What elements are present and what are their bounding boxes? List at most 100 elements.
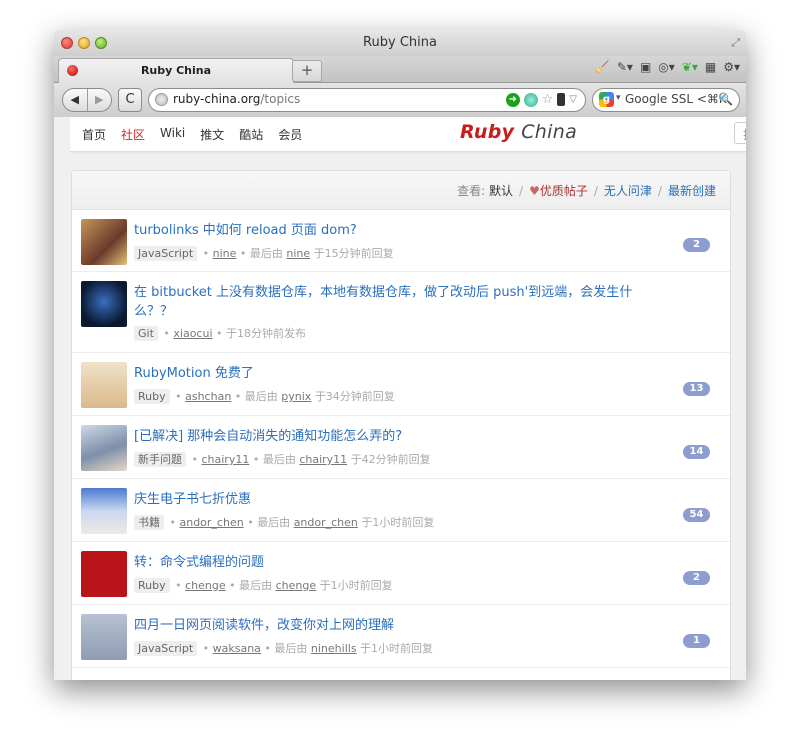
site-logo[interactable]: Ruby China — [460, 121, 577, 143]
reply-count-badge[interactable]: 2 — [683, 238, 710, 252]
phone-icon[interactable] — [557, 93, 566, 106]
last-reply-prefix: 最后由 — [274, 642, 308, 655]
topic-row[interactable]: [已解决] 那种会自动消失的通知功能怎么弄的? 新手问题 • chairy11 … — [72, 416, 730, 479]
earth-icon[interactable] — [523, 92, 538, 107]
topic-title[interactable]: RubyMotion 免费了 — [134, 364, 634, 383]
topic-time: 于42分钟前回复 — [350, 453, 431, 466]
topic-node[interactable]: Ruby — [134, 578, 170, 593]
last-reply-user[interactable]: nine — [286, 247, 310, 260]
filter-excellent[interactable]: 优质帖子 — [540, 184, 588, 198]
address-bar[interactable]: ruby-china.org/topics ➜ ☆ ▽ — [148, 88, 586, 112]
last-reply-user[interactable]: ninehills — [311, 642, 357, 655]
reply-count-badge[interactable]: 14 — [683, 445, 710, 459]
url-text[interactable]: ruby-china.org/topics — [173, 92, 300, 106]
reply-count-badge[interactable]: 54 — [683, 508, 710, 522]
topic-node[interactable]: 新手问题 — [134, 452, 186, 467]
topic-node[interactable]: Git — [134, 326, 158, 341]
extension-toolbar: 🧹 ✎▾ ▣ ◎▾ ❦▾ ▦ ⚙▾ — [595, 60, 740, 74]
topic-row[interactable]: 在 bitbucket 上没有数据仓库，本地有数据仓库，做了改动后 push'到… — [72, 272, 730, 353]
reply-count-badge[interactable]: 2 — [683, 571, 710, 585]
site-menu: 首页 社区 Wiki 推文 酷站 会员 — [82, 126, 302, 143]
avatar[interactable] — [81, 362, 127, 408]
topic-author[interactable]: xiaocui — [173, 327, 212, 340]
topic-title[interactable]: 在 bitbucket 上没有数据仓库，本地有数据仓库，做了改动后 push'到… — [134, 283, 634, 321]
topic-row[interactable]: 庆生电子书七折优惠 书籍 • andor_chen • 最后由 andor_ch… — [72, 479, 730, 542]
reply-count-badge[interactable]: 13 — [683, 382, 710, 396]
note-icon[interactable]: ▣ — [640, 60, 651, 74]
topic-node[interactable]: JavaScript — [134, 641, 198, 656]
filter-recent[interactable]: 最新创建 — [668, 184, 716, 198]
evernote-icon[interactable]: ▦ — [705, 60, 716, 74]
site-search-input[interactable]: 搜索 — [734, 122, 746, 144]
google-icon[interactable]: g — [599, 92, 614, 107]
navigation-bar: ◀ ▶ C ruby-china.org/topics ➜ ☆ ▽ g ▾ Go… — [54, 83, 746, 118]
new-tab-button[interactable]: + — [292, 60, 322, 82]
window-title: Ruby China — [363, 35, 437, 50]
topic-title[interactable]: [已解决] 那种会自动消失的通知功能怎么弄的? — [134, 427, 634, 446]
topic-node[interactable]: Ruby — [134, 389, 170, 404]
avatar[interactable] — [81, 551, 127, 597]
menu-members[interactable]: 会员 — [278, 126, 302, 143]
rss-dropdown-icon[interactable]: ▽ — [569, 94, 577, 105]
topic-title[interactable]: 转：命令式编程的问题 — [134, 553, 634, 572]
url-host: ruby-china.org — [173, 92, 261, 106]
topic-author[interactable]: nine — [213, 247, 237, 260]
tab-bar: Ruby China + 🧹 ✎▾ ▣ ◎▾ ❦▾ ▦ ⚙▾ — [54, 56, 746, 83]
topic-title[interactable]: 庆生电子书七折优惠 — [134, 490, 634, 509]
forward-button[interactable]: ▶ — [86, 89, 112, 111]
topic-row[interactable]: 转：命令式编程的问题 Ruby • chenge • 最后由 chenge 于1… — [72, 542, 730, 605]
broom-icon[interactable]: 🧹 — [595, 60, 610, 74]
back-forward-buttons: ◀ ▶ — [62, 88, 112, 112]
last-reply-prefix: 最后由 — [249, 247, 283, 260]
filter-default[interactable]: 默认 — [489, 184, 513, 198]
topic-node[interactable]: JavaScript — [134, 246, 198, 261]
menu-home[interactable]: 首页 — [82, 126, 106, 143]
bookmark-star-icon[interactable]: ☆ — [542, 92, 554, 107]
topic-author[interactable]: ashchan — [185, 390, 231, 403]
back-button[interactable]: ◀ — [63, 89, 87, 111]
avatar[interactable] — [81, 614, 127, 660]
topic-title[interactable]: turbolinks 中如何 reload 页面 dom? — [134, 221, 634, 240]
tools-icon[interactable]: ⚙▾ — [723, 60, 740, 74]
filter-label: 查看: — [457, 184, 486, 198]
go-arrow-icon[interactable]: ➜ — [505, 92, 520, 107]
web-search-box[interactable]: g ▾ Google SSL <⌘K 🔍 — [592, 88, 740, 112]
last-reply-prefix: 最后由 — [262, 453, 296, 466]
last-reply-user[interactable]: pynix — [281, 390, 311, 403]
topic-row[interactable]: turbolinks 中如何 reload 页面 dom? JavaScript… — [72, 210, 730, 272]
reply-count-badge[interactable]: 1 — [683, 634, 710, 648]
topic-author[interactable]: waksana — [213, 642, 261, 655]
topic-author[interactable]: chairy11 — [201, 453, 249, 466]
topic-filters: 查看: 默认 / ♥优质帖子 / 无人问津 / 最新创建 — [457, 184, 716, 198]
topics-filter-bar: 查看: 默认 / ♥优质帖子 / 无人问津 / 最新创建 — [72, 171, 730, 210]
topic-row[interactable]: 四月一日网页阅读软件，改变你对上网的理解 JavaScript • waksan… — [72, 605, 730, 668]
topic-node[interactable]: 书籍 — [134, 515, 164, 530]
plant-icon[interactable]: ❦▾ — [682, 60, 698, 74]
filter-no-reply[interactable]: 无人问津 — [604, 184, 652, 198]
topic-meta: Ruby • chenge • 最后由 chenge 于1小时前回复 — [134, 577, 393, 593]
topic-author[interactable]: chenge — [185, 579, 226, 592]
avatar[interactable] — [81, 425, 127, 471]
last-reply-user[interactable]: chairy11 — [299, 453, 347, 466]
avatar[interactable] — [81, 281, 127, 327]
topic-author[interactable]: andor_chen — [179, 516, 243, 529]
last-reply-user[interactable]: andor_chen — [294, 516, 358, 529]
search-placeholder: Google SSL <⌘K — [625, 92, 727, 106]
reload-button[interactable]: C — [118, 88, 142, 112]
edit-note-icon[interactable]: ✎▾ — [617, 60, 633, 74]
search-engine-dropdown-icon[interactable]: ▾ — [616, 93, 621, 103]
topic-meta: JavaScript • nine • 最后由 nine 于15分钟前回复 — [134, 245, 394, 261]
last-reply-user[interactable]: chenge — [276, 579, 317, 592]
avatar[interactable] — [81, 488, 127, 534]
menu-wiki[interactable]: Wiki — [160, 126, 185, 143]
search-icon[interactable]: 🔍 — [718, 92, 733, 106]
fullscreen-icon[interactable]: ⤢ — [731, 36, 740, 50]
topic-title[interactable]: 四月一日网页阅读软件，改变你对上网的理解 — [134, 616, 634, 635]
avatar[interactable] — [81, 219, 127, 265]
menu-posts[interactable]: 推文 — [200, 126, 224, 143]
menu-sites[interactable]: 酷站 — [239, 126, 263, 143]
tab-ruby-china[interactable]: Ruby China — [58, 58, 294, 83]
globe-menu-icon[interactable]: ◎▾ — [658, 60, 675, 74]
topic-row[interactable]: RubyMotion 免费了 Ruby • ashchan • 最后由 pyni… — [72, 353, 730, 416]
menu-community[interactable]: 社区 — [121, 126, 145, 143]
